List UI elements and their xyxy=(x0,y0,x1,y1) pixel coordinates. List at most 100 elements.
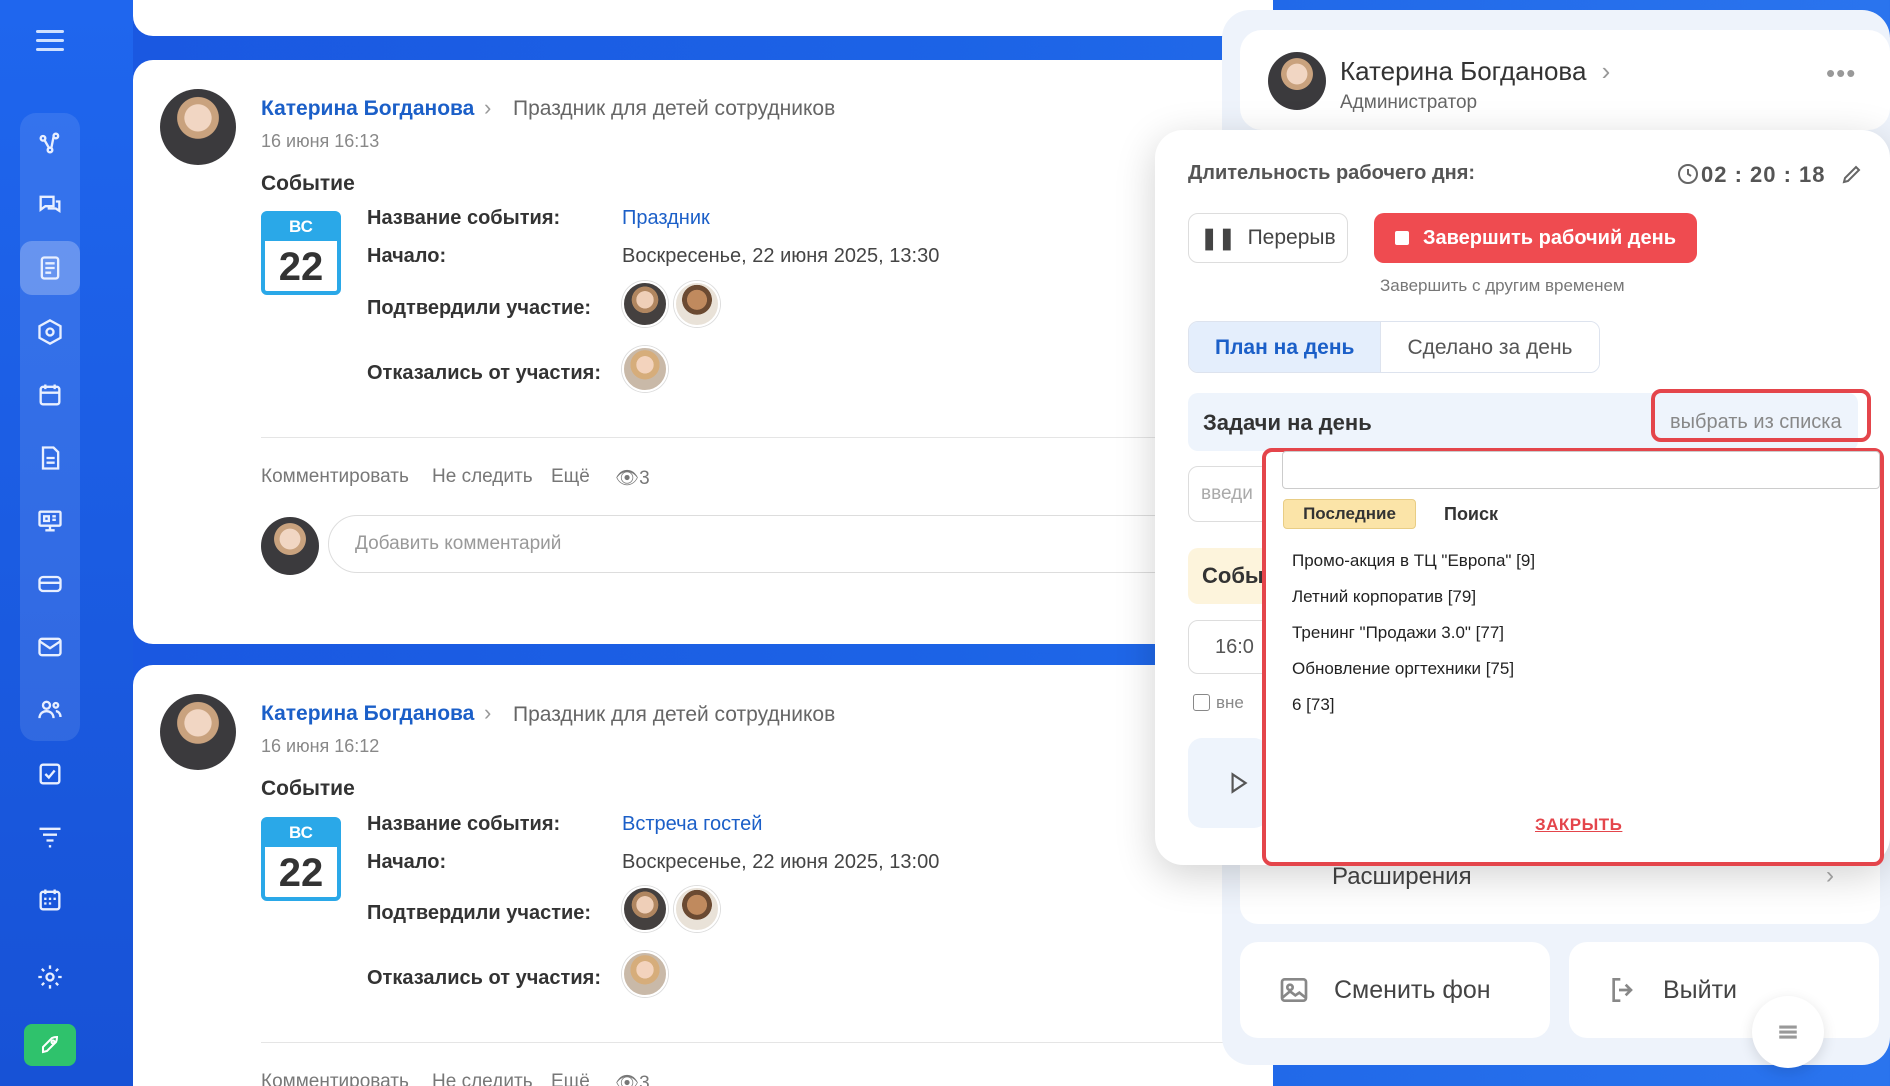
hexagon-icon[interactable] xyxy=(20,305,80,359)
views-count: 👁3 xyxy=(615,1071,650,1086)
event-start-label: Начало: xyxy=(367,245,447,267)
calendar-icon[interactable] xyxy=(20,368,80,422)
comment-input[interactable]: Добавить комментарий xyxy=(328,515,1268,573)
change-background-label: Сменить фон xyxy=(1334,975,1491,1004)
image-icon xyxy=(1280,978,1308,1002)
change-background-button[interactable]: Сменить фон xyxy=(1240,942,1550,1038)
profile-name[interactable]: Катерина Богданова › xyxy=(1340,56,1610,87)
task-list-item[interactable]: Промо-акция в ТЦ "Европа" [9] xyxy=(1292,551,1535,571)
extensions-label: Расширения xyxy=(1332,863,1472,890)
workday-title: Длительность рабочего дня: xyxy=(1188,162,1476,184)
event-name-link[interactable]: Праздник xyxy=(622,207,710,230)
views-value: 3 xyxy=(639,1073,650,1086)
end-workday-button[interactable]: Завершить рабочий день xyxy=(1374,213,1697,263)
feed-card-previous xyxy=(133,0,1273,36)
highlight-frame xyxy=(1651,389,1871,442)
end-other-time-link[interactable]: Завершить с другим временем xyxy=(1380,276,1625,296)
calendar-day: ВС xyxy=(265,215,337,241)
post-target[interactable]: Праздник для детей сотрудников xyxy=(513,97,835,121)
post-time[interactable]: 16 июня 16:13 xyxy=(261,131,379,152)
task-list-item[interactable]: Тренинг "Продажи 3.0" [77] xyxy=(1292,623,1504,643)
confirmed-label: Подтвердили участие: xyxy=(367,902,592,924)
post-author[interactable]: Катерина Богданова xyxy=(261,97,474,121)
unfollow-link[interactable]: Не следить xyxy=(432,1071,533,1086)
comment-link[interactable]: Комментировать xyxy=(261,466,409,488)
checkbox-box[interactable] xyxy=(1193,694,1210,711)
schedule-icon[interactable] xyxy=(20,873,80,927)
pause-label: Перерыв xyxy=(1247,226,1336,249)
more-link[interactable]: Ещё xyxy=(551,466,590,488)
filter-icon[interactable] xyxy=(20,810,80,864)
chevron-right-icon: › xyxy=(1601,56,1611,86)
menu-icon[interactable] xyxy=(36,30,64,54)
more-link[interactable]: Ещё xyxy=(551,1071,590,1086)
users-icon[interactable] xyxy=(20,683,80,737)
declined-avatars xyxy=(622,951,674,1002)
event-name-label: Название события: xyxy=(367,813,561,835)
divider xyxy=(261,1042,1251,1043)
close-link[interactable]: ЗАКРЫТЬ xyxy=(1535,815,1622,835)
workday-tabs: План на день Сделано за день xyxy=(1188,321,1600,373)
feed-icon[interactable] xyxy=(20,241,80,295)
play-button[interactable] xyxy=(1188,738,1268,828)
participant-avatar[interactable] xyxy=(622,281,668,327)
tasks-label: Задачи на день xyxy=(1203,410,1372,435)
mail-icon[interactable] xyxy=(20,620,80,674)
settings-icon[interactable] xyxy=(20,950,80,1004)
outside-checkbox[interactable]: вне xyxy=(1193,693,1244,713)
tab-plan[interactable]: План на день xyxy=(1189,322,1382,372)
task-list-item[interactable]: Летний корпоратив [79] xyxy=(1292,587,1476,607)
unfollow-link[interactable]: Не следить xyxy=(432,466,533,488)
post-type: Событие xyxy=(261,172,355,195)
tab-recent[interactable]: Последние xyxy=(1283,499,1416,529)
calendar-badge: ВС 22 xyxy=(261,817,341,901)
logout-icon xyxy=(1612,978,1633,1002)
task-list-item[interactable]: Обновление оргтехники [75] xyxy=(1292,659,1514,679)
event-start-value: Воскресенье, 22 июня 2025, 13:30 xyxy=(622,245,940,267)
participant-avatar[interactable] xyxy=(622,346,668,392)
views-value: 3 xyxy=(639,468,650,489)
profile-role: Администратор xyxy=(1340,92,1478,113)
task-list-item[interactable]: 6 [73] xyxy=(1292,695,1335,715)
logout-button[interactable]: Выйти xyxy=(1569,942,1879,1038)
end-workday-label: Завершить рабочий день xyxy=(1423,226,1676,249)
post-author[interactable]: Катерина Богданова xyxy=(261,702,474,726)
workday-timer: 02 : 20 : 18 xyxy=(1701,162,1826,187)
chat-icon[interactable] xyxy=(20,178,80,232)
author-avatar[interactable] xyxy=(160,89,236,165)
rocket-icon[interactable] xyxy=(24,1024,76,1066)
declined-label: Отказались от участия: xyxy=(367,967,601,989)
event-name-label: Название события: xyxy=(367,207,561,229)
chevron-right-icon: › xyxy=(1826,862,1834,889)
participant-avatar[interactable] xyxy=(622,951,668,997)
document-icon[interactable] xyxy=(20,431,80,485)
profile-avatar[interactable] xyxy=(1268,52,1326,110)
left-rail xyxy=(0,0,133,1086)
list-icon xyxy=(1779,1025,1797,1039)
participant-avatar[interactable] xyxy=(622,886,668,932)
comment-link[interactable]: Комментировать xyxy=(261,1071,409,1086)
declined-avatars xyxy=(622,346,674,397)
post-target[interactable]: Праздник для детей сотрудников xyxy=(513,703,835,727)
task-search-input[interactable] xyxy=(1282,451,1880,489)
post-time[interactable]: 16 июня 16:12 xyxy=(261,736,379,757)
participant-avatar[interactable] xyxy=(674,886,720,932)
event-name-link[interactable]: Встреча гостей xyxy=(622,813,762,836)
tasks-icon[interactable] xyxy=(20,747,80,801)
pencil-icon[interactable] xyxy=(1840,162,1864,191)
board-icon[interactable] xyxy=(20,494,80,548)
tab-done[interactable]: Сделано за день xyxy=(1381,322,1599,372)
more-icon[interactable]: ••• xyxy=(1826,58,1856,89)
participant-avatar[interactable] xyxy=(674,281,720,327)
tab-search[interactable]: Поиск xyxy=(1444,504,1498,525)
confirmed-label: Подтвердили участие: xyxy=(367,297,592,319)
checkbox-label: вне xyxy=(1216,693,1244,712)
author-avatar[interactable] xyxy=(160,694,236,770)
pause-button[interactable]: ❚❚ Перерыв xyxy=(1188,213,1348,263)
event-start-value: Воскресенье, 22 июня 2025, 13:00 xyxy=(622,851,940,873)
list-fab[interactable] xyxy=(1752,996,1824,1068)
clock-icon xyxy=(1676,162,1700,186)
card-icon[interactable] xyxy=(20,557,80,611)
activity-icon[interactable] xyxy=(20,116,80,170)
declined-label: Отказались от участия: xyxy=(367,362,601,384)
